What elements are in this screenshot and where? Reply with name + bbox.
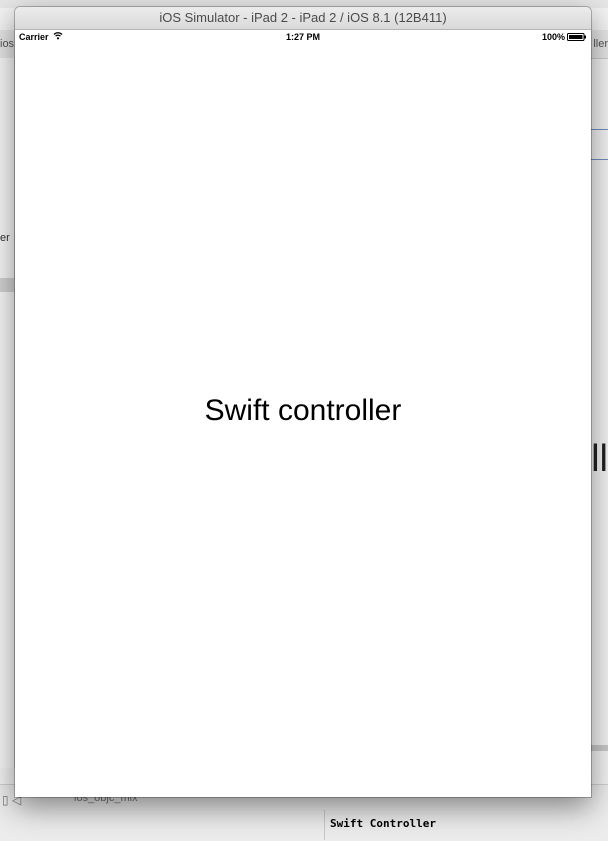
battery-percentage: 100% <box>541 32 565 42</box>
swift-controller-label: Swift controller <box>204 394 402 427</box>
xcode-inspector-divider <box>590 159 608 160</box>
status-time: 1:27 PM <box>285 32 320 42</box>
xcode-tab-left[interactable]: ios <box>0 38 14 50</box>
xcode-scrollbar[interactable] <box>590 745 608 751</box>
console-output: Swift Controller <box>330 817 436 830</box>
xcode-navigator-text: er <box>0 232 10 244</box>
simulator-window: iOS Simulator - iPad 2 - iPad 2 / iOS 8.… <box>15 7 591 797</box>
simulator-titlebar[interactable]: iOS Simulator - iPad 2 - iPad 2 / iOS 8.… <box>15 7 591 30</box>
device-screen[interactable]: Carrier 1:27 PM 100% Swift controller <box>15 30 591 797</box>
xcode-inspector-divider <box>590 129 608 130</box>
xcode-tab-right[interactable]: ller <box>593 38 608 50</box>
status-bar: Carrier 1:27 PM 100% <box>15 30 591 44</box>
xcode-navigator-selection[interactable] <box>0 278 14 292</box>
simulator-title: iOS Simulator - iPad 2 - iPad 2 / iOS 8.… <box>159 10 447 25</box>
xcode-canvas-text: ll <box>591 438 608 480</box>
battery-icon <box>567 33 586 41</box>
xcode-navigator-panel <box>0 58 15 768</box>
xcode-debug-divider <box>324 810 325 840</box>
